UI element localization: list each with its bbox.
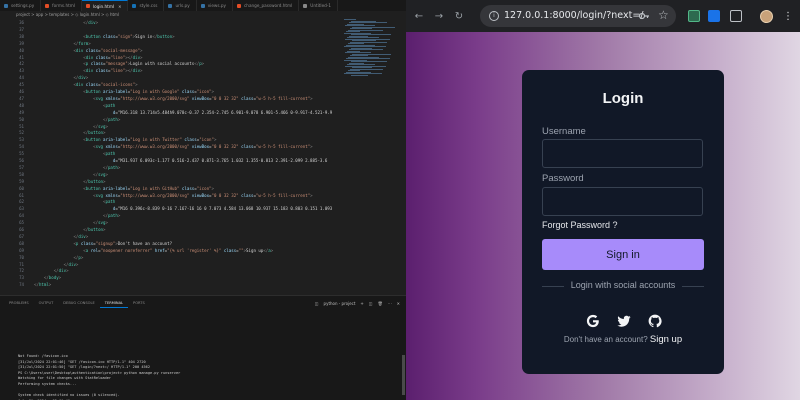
file-type-icon [132,3,137,8]
panel-tabs: PROBLEMS OUTPUT DEBUG CONSOLE TERMINAL PORTS [4,298,150,308]
editor-tab-label: change_password.html [243,3,293,8]
address-bar[interactable]: i 127.0.0.1:8000/login/?next=/ ☆ [480,5,676,27]
extension-sheet-icon[interactable] [688,10,700,22]
login-card: Login Username Password Forgot Password … [522,70,724,374]
extensions-puzzle-icon[interactable] [730,10,742,22]
password-field[interactable] [542,187,703,216]
file-type-icon [303,3,308,8]
file-type-icon [45,3,50,8]
panel-actions: ◫ python - project + ◫ 🗑 ⋯ ✕ [315,298,400,308]
social-icons [584,314,664,330]
twitter-icon[interactable] [617,314,631,328]
panel-tab[interactable]: TERMINAL [99,298,129,308]
file-type-icon [4,3,8,8]
social-message: Login with social accounts [542,280,704,292]
terminal-line: [31/Jul/2024 22:01:50] "GET /login/?next… [18,365,150,370]
social-login-text: Login with social accounts [570,280,676,290]
terminal-scrollbar[interactable] [402,355,405,395]
line-number: 74 [19,282,24,288]
editor-tab-label: login.html [93,3,115,9]
file-type-icon [86,4,90,8]
info-icon[interactable]: i [489,11,499,21]
panel-tab[interactable]: DEBUG CONSOLE [58,298,99,308]
terminal-name[interactable]: python - project [324,301,356,306]
editor-tab[interactable]: Untitled-1 [299,0,338,11]
breadcrumb[interactable]: project > app > templates > ◇ login.html… [0,11,406,19]
sign-in-button[interactable]: Sign in [542,239,704,270]
editor-tab[interactable]: settings.py [0,0,42,11]
profile-avatar[interactable] [760,10,773,23]
code-line[interactable]: 74 </html> [0,281,406,290]
signup-message: Don't have an account? Sign up [522,334,724,345]
forgot-password-link[interactable]: Forgot Password ? [542,220,618,230]
github-icon[interactable] [648,314,662,328]
trash-icon[interactable]: 🗑 [378,301,383,306]
code-text: </html> [34,282,52,288]
password-label: Password [542,173,584,184]
browser-toolbar: ← → ↻ i 127.0.0.1:8000/login/?next=/ ☆ ⋮ [406,0,800,32]
forward-arrow-icon[interactable]: → [432,9,446,23]
add-terminal-icon[interactable]: + [360,301,363,306]
back-arrow-icon[interactable]: ← [412,9,426,23]
minimap[interactable] [340,19,404,79]
file-type-icon [236,3,241,8]
editor-tab-label: forms.html [52,3,75,8]
page-title: Login [602,90,644,107]
file-type-icon [200,3,205,8]
terminal-line: Performing system checks... [18,382,77,386]
editor-tab-label: settings.py [11,3,35,8]
terminal-icon[interactable]: ◫ [315,301,319,306]
username-field[interactable] [542,139,703,168]
editor-tab[interactable]: views.py [197,0,233,11]
divider-line [682,286,704,287]
sign-up-link[interactable]: Sign up [650,334,682,345]
more-icon[interactable]: ⋯ [388,301,392,306]
editor-tab-bar: settings.py forms.html login.html ✕ style.cs… [0,0,406,11]
reload-icon[interactable]: ↻ [452,9,466,23]
split-terminal-icon[interactable]: ◫ [369,301,373,306]
star-icon[interactable]: ☆ [658,8,669,22]
browser-window: ← → ↻ i 127.0.0.1:8000/login/?next=/ ☆ ⋮… [406,0,800,400]
editor-tab-label: views.py [207,3,226,8]
close-tab-icon[interactable]: ✕ [118,4,121,9]
editor-tab[interactable]: change_password.html [233,0,300,11]
web-page: Login Username Password Forgot Password … [406,32,800,400]
google-icon[interactable] [586,314,600,328]
editor-tab-label: Untitled-1 [310,3,331,8]
username-label: Username [542,126,586,137]
editor-tab[interactable]: login.html ✕ [82,0,129,11]
editor-tab-label: style.css [139,3,158,8]
signup-prompt: Don't have an account? [563,335,648,344]
terminal-line: PS C:\Users\user\Desktop\authentication\… [18,370,181,375]
terminal-line: Not Found: /favicon.ico [18,354,68,358]
terminal-line: Watching for file changes with StatReloa… [18,376,112,381]
editor-tab[interactable]: urls.py [164,0,197,11]
menu-dots-icon[interactable]: ⋮ [781,9,795,23]
panel-tab[interactable]: PORTS [128,298,150,308]
extension-translate-icon[interactable] [708,10,720,22]
vscode-window: settings.py forms.html login.html ✕ style.cs… [0,0,406,400]
minimap-stroke [351,74,368,76]
file-type-icon [168,3,173,8]
close-panel-icon[interactable]: ✕ [397,301,400,306]
password-key-icon[interactable] [638,10,650,22]
bottom-panel: PROBLEMS OUTPUT DEBUG CONSOLE TERMINAL PORTS… [0,295,406,400]
editor-tab-label: urls.py [175,3,190,8]
terminal-line: [31/Jul/2024 22:01:46] "GET /favicon.ico… [18,359,146,364]
url-text[interactable]: 127.0.0.1:8000/login/?next=/ [504,5,644,27]
panel-tab[interactable]: OUTPUT [34,298,59,308]
panel-tab[interactable]: PROBLEMS [4,298,34,308]
editor-tab[interactable]: forms.html [41,0,82,11]
editor-tab[interactable]: style.css [128,0,165,11]
terminal-line: System check identified no issues (0 sil… [18,393,120,398]
